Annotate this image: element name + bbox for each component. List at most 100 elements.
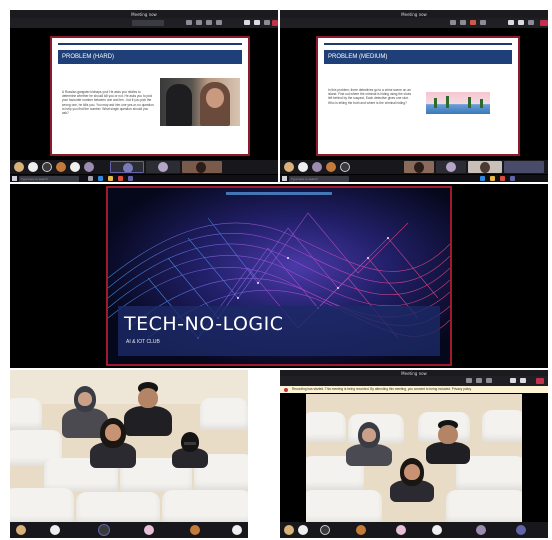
windows-icon[interactable] (282, 176, 287, 181)
leave-button[interactable] (272, 20, 278, 26)
taskbar-search-input[interactable]: Type here to search (19, 175, 79, 182)
leave-button[interactable] (540, 20, 548, 26)
participant-person (346, 422, 392, 466)
participant-avatar[interactable] (396, 525, 406, 535)
meeting-toolbar (10, 18, 278, 28)
window-title: Meeting now (401, 12, 427, 17)
more-icon[interactable] (480, 20, 486, 25)
mic-icon[interactable] (518, 20, 524, 25)
share-icon[interactable] (264, 20, 270, 25)
participants-icon[interactable] (450, 20, 456, 25)
participant-tile[interactable] (110, 161, 144, 173)
mic-icon[interactable] (254, 20, 260, 25)
participant-avatar[interactable] (190, 525, 200, 535)
chat-icon[interactable] (476, 378, 482, 383)
window-top-left: Meeting now PROBLEM (HARD) A Russian gan… (10, 10, 278, 182)
recording-icon (284, 387, 288, 392)
share-icon[interactable] (528, 20, 534, 25)
participant-person (172, 432, 208, 468)
participant-avatar[interactable] (84, 162, 94, 172)
chrome-icon[interactable] (500, 176, 505, 181)
participant-avatar[interactable] (70, 162, 80, 172)
title-bar: Meeting now (280, 10, 548, 18)
participant-strip (10, 160, 278, 174)
task-view-icon[interactable] (88, 176, 93, 181)
presentation-title: TECH-NO-LOGIC (124, 313, 284, 335)
video-feed (306, 394, 522, 522)
participants-icon[interactable] (466, 378, 472, 383)
teams-icon[interactable] (510, 176, 515, 181)
participant-tile[interactable] (504, 161, 544, 173)
title-bar: Meeting now (10, 10, 278, 18)
window-main: TECH-NO-LOGIC AI & IOT CLUB (10, 184, 548, 368)
recording-banner: Recording has started. This meeting is b… (280, 386, 548, 393)
network-mesh-graphic (108, 188, 450, 364)
meeting-timer (132, 20, 164, 26)
participant-strip (280, 522, 548, 538)
window-bottom-left (10, 370, 248, 538)
slide-title: PROBLEM (HARD) (58, 50, 242, 64)
taskbar: Type here to search (280, 175, 548, 182)
meeting-toolbar (280, 376, 548, 386)
photo-figure-left (166, 84, 192, 126)
participant-avatar[interactable] (356, 525, 366, 535)
participant-avatar[interactable] (432, 525, 442, 535)
explorer-icon[interactable] (490, 176, 495, 181)
taskbar-search-input[interactable]: Type here to search (289, 175, 349, 182)
edge-icon[interactable] (98, 176, 103, 181)
reactions-icon[interactable] (206, 20, 212, 25)
slide-island-image (426, 92, 490, 114)
participant-avatar[interactable] (42, 162, 52, 172)
camera-icon[interactable] (508, 20, 514, 25)
meeting-toolbar (280, 18, 548, 28)
leave-button[interactable] (536, 378, 544, 384)
participant-avatar[interactable] (56, 162, 66, 172)
mic-icon[interactable] (520, 378, 526, 383)
participant-avatar[interactable] (298, 162, 308, 172)
participant-avatar[interactable] (284, 162, 294, 172)
participant-avatar[interactable] (98, 524, 110, 536)
participant-tile[interactable] (468, 161, 502, 173)
window-top-right: Meeting now PROBLEM (MEDIUM) In this pro… (280, 10, 548, 182)
participant-avatar[interactable] (144, 525, 154, 535)
participant-tile[interactable] (146, 161, 180, 173)
auditorium-seat (446, 490, 522, 522)
chat-icon[interactable] (196, 20, 202, 25)
participant-avatar[interactable] (516, 525, 526, 535)
participant-person (90, 418, 136, 468)
participant-avatar[interactable] (232, 525, 242, 535)
participant-tile[interactable] (436, 161, 466, 173)
participant-avatar[interactable] (326, 162, 336, 172)
participant-avatar[interactable] (16, 525, 26, 535)
shared-slide: PROBLEM (HARD) A Russian gangster kidnap… (50, 36, 250, 156)
participant-tile[interactable] (182, 161, 222, 173)
reactions-icon[interactable] (470, 20, 476, 25)
participant-avatar[interactable] (320, 525, 330, 535)
chrome-icon[interactable] (118, 176, 123, 181)
taskbar: Type here to search (10, 175, 278, 182)
reactions-icon[interactable] (486, 378, 492, 383)
auditorium-seat (10, 398, 42, 430)
explorer-icon[interactable] (108, 176, 113, 181)
participant-avatar[interactable] (28, 162, 38, 172)
participants-icon[interactable] (186, 20, 192, 25)
slide-title: PROBLEM (MEDIUM) (324, 50, 512, 64)
auditorium-seat (162, 490, 248, 522)
participant-avatar[interactable] (284, 525, 294, 535)
windows-icon[interactable] (12, 176, 17, 181)
camera-icon[interactable] (510, 378, 516, 383)
participant-avatar[interactable] (476, 525, 486, 535)
edge-icon[interactable] (480, 176, 485, 181)
slide-photo (160, 78, 240, 126)
participant-tile[interactable] (404, 161, 434, 173)
camera-icon[interactable] (244, 20, 250, 25)
participant-avatar[interactable] (312, 162, 322, 172)
chat-icon[interactable] (460, 20, 466, 25)
more-icon[interactable] (216, 20, 222, 25)
participant-avatar[interactable] (298, 525, 308, 535)
participant-avatar[interactable] (50, 525, 60, 535)
participant-avatar[interactable] (14, 162, 24, 172)
auditorium-seat (76, 492, 160, 522)
teams-icon[interactable] (128, 176, 133, 181)
participant-avatar[interactable] (340, 162, 350, 172)
